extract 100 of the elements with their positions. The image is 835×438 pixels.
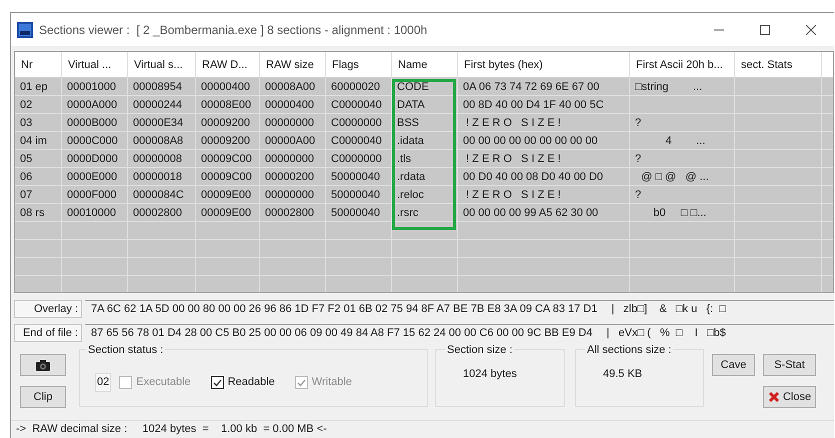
table-cell: 0000C000 xyxy=(62,132,128,150)
table-cell: 00000000 xyxy=(260,150,326,168)
column-header[interactable]: First Ascii 20h b... xyxy=(630,52,735,78)
table-cell: ? xyxy=(630,150,735,168)
column-header[interactable]: First bytes (hex) xyxy=(458,52,630,78)
table-cell: 00010000 xyxy=(62,204,128,222)
close-icon xyxy=(806,24,816,34)
close-icon xyxy=(768,391,780,404)
column-header[interactable]: RAW D... xyxy=(196,52,260,78)
table-cell: 05 xyxy=(15,150,62,168)
table-cell: .idata xyxy=(392,132,458,150)
checkbox[interactable]: Readable xyxy=(210,374,275,391)
table-cell: □string ... xyxy=(630,78,735,96)
column-header[interactable]: Flags xyxy=(326,52,392,78)
section-size-value: 1024 bytes xyxy=(463,367,517,382)
column-header[interactable]: Virtual ... xyxy=(62,52,128,78)
field-label: Overlay : xyxy=(14,300,82,318)
table-cell: 00009200 xyxy=(196,114,260,132)
table-cell: 00001000 xyxy=(62,78,128,96)
field-label: End of file : xyxy=(14,324,82,342)
camera-button[interactable] xyxy=(20,354,66,376)
column-header[interactable]: Name xyxy=(392,52,458,78)
table-cell: 0000D000 xyxy=(62,150,128,168)
table-cell: CODE xyxy=(392,78,458,96)
table-cell: 00000000 xyxy=(260,186,326,204)
table-cell: .tls xyxy=(392,150,458,168)
status-text: -> RAW decimal size : 1024 bytes = 1.00 kb = 0.00 MB <- xyxy=(16,422,327,438)
table-cell: 0000084C xyxy=(128,186,196,204)
table-cell: 0000A000 xyxy=(62,96,128,114)
camera-icon xyxy=(36,360,50,371)
check-icon xyxy=(212,378,222,387)
table-cell: ? xyxy=(630,114,735,132)
table-cell: 50000040 xyxy=(326,186,392,204)
table-cell: C0000040 xyxy=(326,132,392,150)
column-header[interactable]: Nr xyxy=(15,52,62,78)
close-dialog-button[interactable]: Close xyxy=(763,386,816,408)
table-cell: 50000040 xyxy=(326,204,392,222)
table-cell: .rsrc xyxy=(392,204,458,222)
section-number: 02 xyxy=(95,373,112,392)
table-cell: 00002800 xyxy=(260,204,326,222)
table-cell: C0000040 xyxy=(326,96,392,114)
table-cell: .reloc xyxy=(392,186,458,204)
table-cell: 00009200 xyxy=(196,132,260,150)
table-cell: 00000018 xyxy=(128,168,196,186)
s-stat-button[interactable]: S-Stat xyxy=(763,354,816,376)
column-header[interactable]: RAW size xyxy=(260,52,326,78)
check-icon xyxy=(296,378,306,387)
overlay-field: 7A 6C 62 1A 5D 00 00 80 00 00 26 96 86 1D F7 F2 01 6B 02 75 94 8F A7 BE 7B E8 3A 09 CA 83 17 D1 | zlb□] & □k u {: □ xyxy=(85,300,834,318)
table-cell: 00008954 xyxy=(128,78,196,96)
table-cell: 00009C00 xyxy=(196,168,260,186)
table-cell: 00000000 xyxy=(260,114,326,132)
table-cell: 000008A8 xyxy=(128,132,196,150)
table-cell: 07 xyxy=(15,186,62,204)
table-cell: ! Z E R O S I Z E ! xyxy=(458,114,630,132)
table-cell: 00002800 xyxy=(128,204,196,222)
window-title: Sections viewer : [ 2 _Bombermania.exe ] 8 sections - alignment : 1000h xyxy=(39,22,428,38)
table-cell: ! Z E R O S I Z E ! xyxy=(458,186,630,204)
table-cell: 00 00 00 00 99 A5 62 30 00 xyxy=(458,204,630,222)
table-cell: .rdata xyxy=(392,168,458,186)
all-sections-size-value: 49.5 KB xyxy=(603,367,642,382)
table-cell: 00 8D 40 00 D4 1F 40 00 5C xyxy=(458,96,630,114)
table-cell: 00000A00 xyxy=(260,132,326,150)
table-cell: 00009C00 xyxy=(196,150,260,168)
table-cell: 00000244 xyxy=(128,96,196,114)
column-header[interactable]: sect. Stats xyxy=(735,52,822,78)
table-cell: 06 xyxy=(15,168,62,186)
app-icon xyxy=(17,22,33,38)
table-cell: 00009E00 xyxy=(196,204,260,222)
table-cell: 0A 06 73 74 72 69 6E 67 00 xyxy=(458,78,630,96)
table-cell: 00000400 xyxy=(196,78,260,96)
table-cell: 08 rs xyxy=(15,204,62,222)
table-cell: 01 ep xyxy=(15,78,62,96)
table-cell: BSS xyxy=(392,114,458,132)
table-cell: 00 00 00 00 00 00 00 00 00 xyxy=(458,132,630,150)
table-cell: 00000008 xyxy=(128,150,196,168)
table-cell: 0000B000 xyxy=(62,114,128,132)
table-cell: 00008E00 xyxy=(196,96,260,114)
cave-button[interactable]: Cave xyxy=(712,354,755,376)
table-cell: 00008A00 xyxy=(260,78,326,96)
table-cell: ? xyxy=(630,186,735,204)
table-cell: C0000000 xyxy=(326,114,392,132)
table-cell: 00000400 xyxy=(260,96,326,114)
table-cell: ! Z E R O S I Z E ! xyxy=(458,150,630,168)
table-cell: 0000F000 xyxy=(62,186,128,204)
table-cell: 60000020 xyxy=(326,78,392,96)
table-cell: 00 D0 40 00 08 D0 40 00 D0 xyxy=(458,168,630,186)
table-cell: 00000E34 xyxy=(128,114,196,132)
table-cell: 02 xyxy=(15,96,62,114)
maximize-icon xyxy=(760,24,770,34)
table-cell: 50000040 xyxy=(326,168,392,186)
table-cell: DATA xyxy=(392,96,458,114)
table-cell: 00000200 xyxy=(260,168,326,186)
table-cell: @ □ @ @ ... xyxy=(630,168,735,186)
clip-button[interactable]: Clip xyxy=(20,386,66,408)
table-cell: C0000000 xyxy=(326,150,392,168)
table-cell: 04 im xyxy=(15,132,62,150)
table-cell: 4 ... xyxy=(630,132,735,150)
table-cell: 03 xyxy=(15,114,62,132)
column-header[interactable]: Virtual s... xyxy=(128,52,196,78)
table-cell: 0000E000 xyxy=(62,168,128,186)
